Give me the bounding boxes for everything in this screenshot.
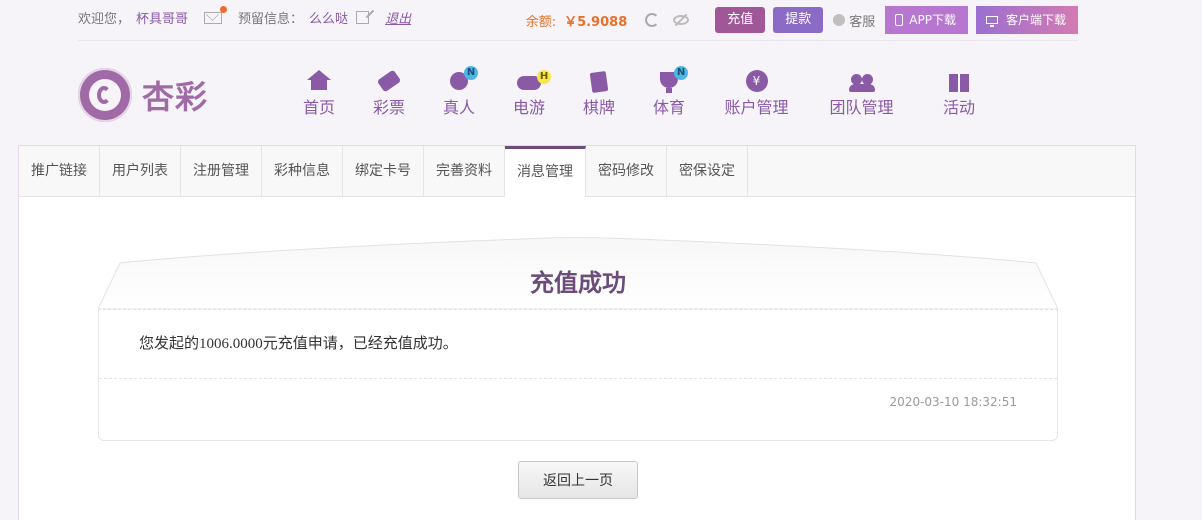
recharge-button[interactable]: 充值 [715,7,766,33]
service-icon [833,14,846,26]
tab-security-question[interactable]: 密保设定 [667,146,748,196]
nav-label: 真人 [442,98,475,117]
logo[interactable]: 杏彩 [78,66,228,124]
nav-item-home[interactable]: 首页 [284,70,354,118]
tab-user-list[interactable]: 用户列表 [100,146,181,196]
topbar-left: 欢迎您， 杯具哥哥 预留信息： 么么哒 退出 [78,5,411,27]
username[interactable]: 杯具哥哥 [136,8,188,27]
yen-coin-icon: ¥ [745,70,768,92]
trophy-icon: N [660,66,688,93]
tab-lottery-info[interactable]: 彩种信息 [262,146,343,196]
service-label: 客服 [849,14,876,30]
nav-item-live[interactable]: N 真人 [424,66,494,118]
new-badge: N [464,66,478,80]
message-envelope-top: 充值成功 [98,237,1058,311]
reserve-value: 么么哒 [309,12,349,27]
balance-value: ￥5.9088 [564,14,628,30]
nav-label: 活动 [942,98,975,117]
account-tabs: 推广链接 用户列表 注册管理 彩种信息 绑定卡号 完善资料 消息管理 密码修改 … [19,146,1135,197]
nav-item-cards[interactable]: 棋牌 [564,70,634,118]
balance-label: 余额: [525,14,557,30]
tab-messages[interactable]: 消息管理 [505,146,586,197]
hot-badge: H [537,70,551,84]
team-icon [848,74,875,92]
home-icon-wrap [307,70,331,98]
tab-bind-card[interactable]: 绑定卡号 [343,146,424,196]
message-timestamp: 2020-03-10 18:32:51 [889,395,1017,409]
nav-item-lottery[interactable]: 彩票 [354,69,424,118]
nav-label: 账户管理 [724,98,789,117]
app-download-label: APP下载 [909,13,956,27]
main-panel: 推广链接 用户列表 注册管理 彩种信息 绑定卡号 完善资料 消息管理 密码修改 … [18,145,1136,520]
eye-off-icon[interactable] [673,15,690,25]
tab-profile[interactable]: 完善资料 [424,146,505,196]
back-button[interactable]: 返回上一页 [518,461,638,499]
dealer-icon: N [450,66,478,90]
nav-label: 彩票 [372,98,405,117]
topbar: 欢迎您， 杯具哥哥 预留信息： 么么哒 退出 余额: ￥5.9088 充值 提款… [78,0,1078,41]
edit-icon[interactable] [356,11,370,24]
unread-dot [220,5,228,13]
customer-service-link[interactable]: 客服 [833,11,875,30]
new-badge: N [674,66,688,80]
client-download-button[interactable]: 客户端下载 [975,6,1078,34]
refresh-icon[interactable] [645,13,660,27]
message-title: 充值成功 [530,269,626,297]
message-card: 充值成功 您发起的1006.0000元充值申请，已经充值成功。 2020-03-… [98,237,1058,441]
cards-icon [589,70,609,94]
nav-label: 首页 [302,98,335,117]
withdraw-button[interactable]: 提款 [773,7,824,33]
client-download-label: 客户端下载 [1005,13,1066,27]
message-body: 您发起的1006.0000元充值申请，已经充值成功。 2020-03-10 18… [98,309,1058,441]
header: 杏彩 首页 彩票 N 真人 H 电游 棋牌 N 体育 ¥ 账户管理 团队管理 活… [78,50,1078,140]
reserve-label: 预留信息： [238,12,304,27]
page: 欢迎您， 杯具哥哥 预留信息： 么么哒 退出 余额: ￥5.9088 充值 提款… [0,0,1202,520]
nav-item-slots[interactable]: H 电游 [494,70,564,118]
gamepad-icon: H [517,70,551,90]
logout-link[interactable]: 退出 [385,8,411,27]
logo-text: 杏彩 [142,78,209,116]
nav-label: 团队管理 [829,98,894,117]
nav-label: 体育 [652,98,685,117]
main-nav: 首页 彩票 N 真人 H 电游 棋牌 N 体育 ¥ 账户管理 团队管理 活动 [284,66,1004,118]
nav-item-team[interactable]: 团队管理 [809,70,914,118]
message-content: 充值成功 您发起的1006.0000元充值申请，已经充值成功。 2020-03-… [19,197,1135,520]
phone-icon [895,14,904,26]
nav-item-activity[interactable]: 活动 [914,70,1004,118]
nav-item-sports[interactable]: N 体育 [634,66,704,118]
team-body [848,84,875,92]
tab-registration[interactable]: 注册管理 [181,146,262,196]
message-divider [99,378,1057,379]
app-download-button[interactable]: APP下载 [885,6,968,34]
logo-mark-icon [78,68,132,122]
topbar-right: 余额: ￥5.9088 充值 提款 客服 APP下载 客户端下载 [526,6,1078,34]
nav-label: 电游 [512,98,545,117]
gift-icon [949,74,969,92]
home-icon [307,70,331,90]
tab-change-password[interactable]: 密码修改 [586,146,667,196]
mail-icon[interactable] [204,5,228,24]
ticket-icon [376,69,402,93]
message-text: 您发起的1006.0000元充值申请，已经充值成功。 [139,336,458,352]
welcome-text: 欢迎您， [78,12,131,27]
nav-item-account[interactable]: ¥ 账户管理 [704,70,809,118]
nav-label: 棋牌 [582,98,615,117]
monitor-icon [985,16,998,27]
tab-promotion-link[interactable]: 推广链接 [19,146,100,196]
